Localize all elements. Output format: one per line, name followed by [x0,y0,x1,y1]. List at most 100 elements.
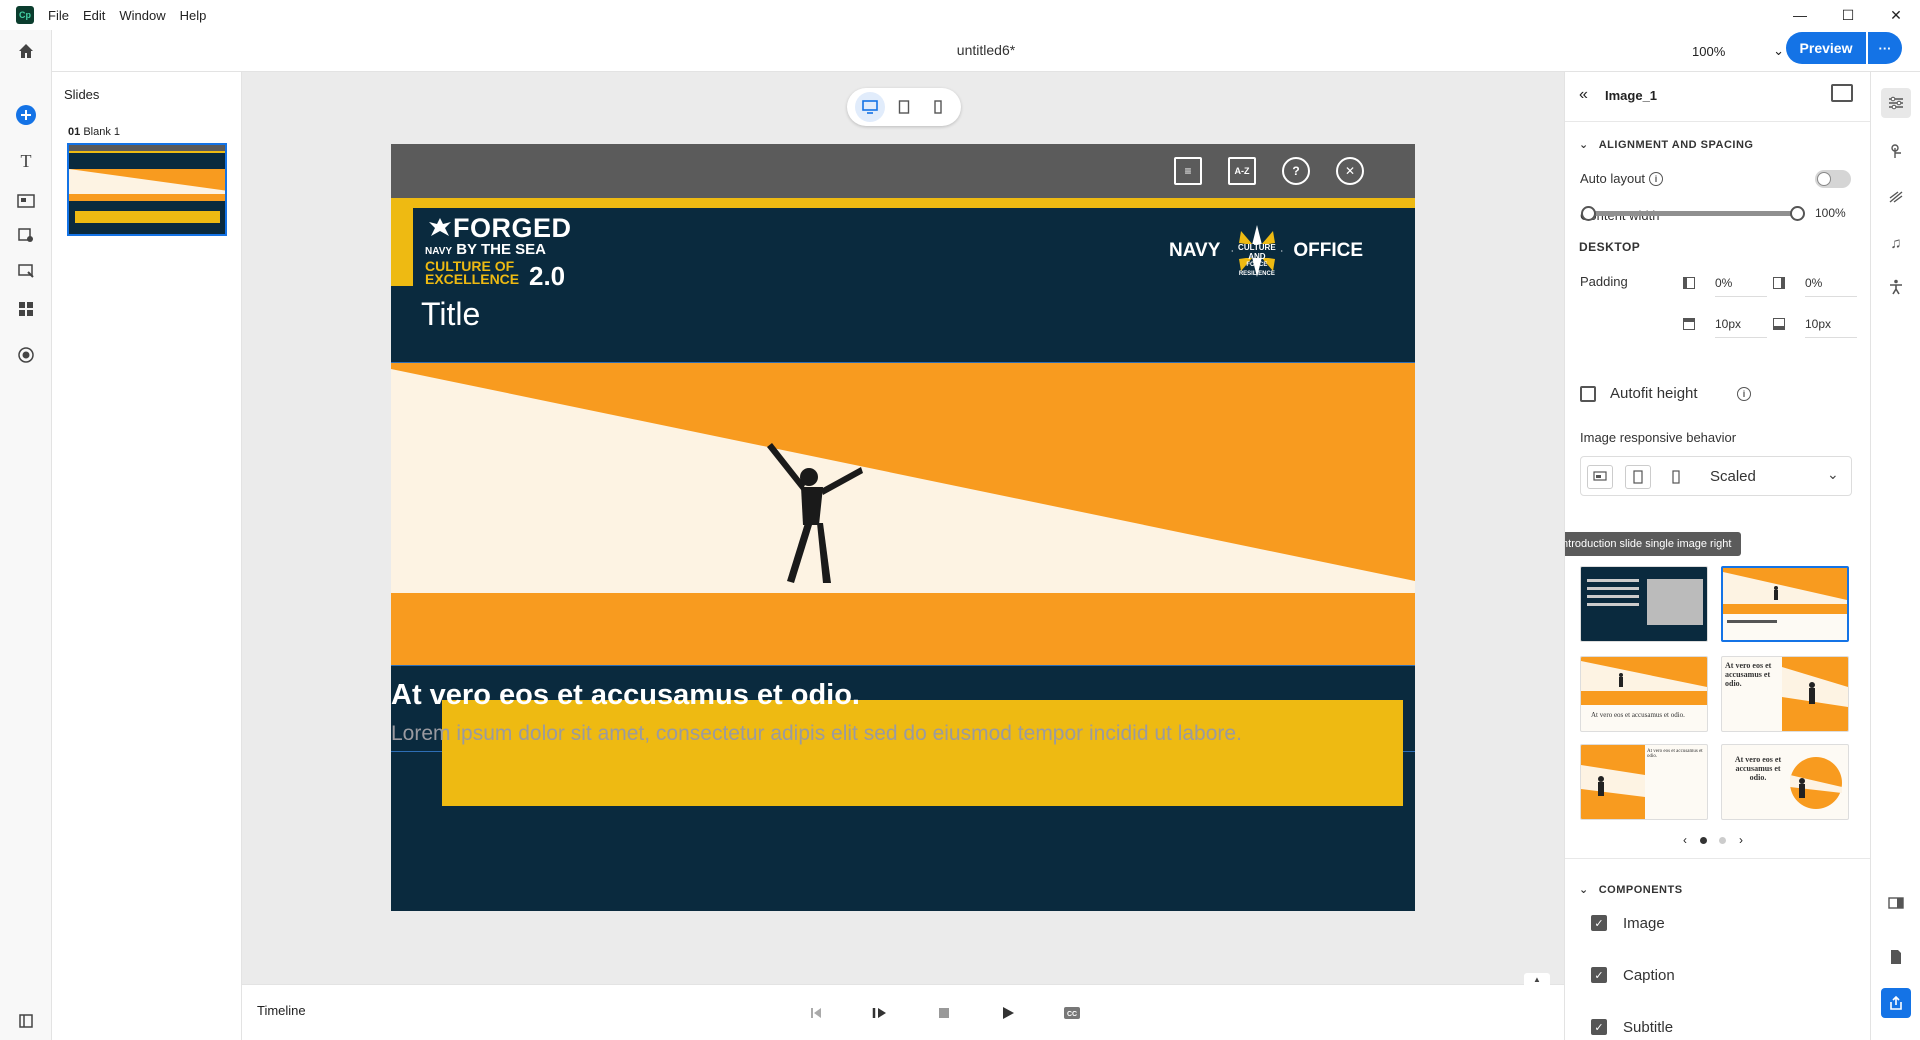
back-icon[interactable]: « [1579,86,1588,104]
logo-force-resilience: FORCE RESILIENCE [1238,262,1275,277]
slide-accent-strip [391,198,1415,208]
document-icon[interactable] [1881,942,1911,972]
layout-thumb-5[interactable]: At vero eos et accusamus et odio. [1580,744,1708,820]
expand-timeline-icon[interactable]: ▲ [1524,973,1550,985]
glossary-icon[interactable]: A-Z [1228,157,1256,185]
component-subtitle-label: Subtitle [1623,1019,1674,1036]
canvas-area: ≡ A-Z ? ✕ FORGED NAVY BY THE SEA CULTURE… [242,72,1564,984]
slide-body-text[interactable]: Lorem ipsum dolor sit amet, consectetur … [391,722,1242,746]
interaction-icon[interactable] [13,222,39,248]
desktop-icon[interactable] [855,92,885,122]
audio-icon[interactable]: ♫ [1881,228,1911,258]
slide-heading[interactable]: At vero eos et accusamus et odio. [391,679,860,712]
content-width-slider[interactable] [1581,202,1805,224]
add-icon[interactable] [13,102,39,128]
components-icon[interactable] [13,296,39,322]
maximize-button[interactable]: ☐ [1824,0,1872,30]
forged-by-the-sea-logo: FORGED NAVY BY THE SEA CULTURE OF EXCELL… [425,214,571,291]
close-window-button[interactable]: ✕ [1872,0,1920,30]
exit-icon[interactable]: ✕ [1336,157,1364,185]
zoom-select[interactable]: 100% ⌄ [1688,38,1788,64]
padding-top-value[interactable]: 10px [1715,317,1767,338]
autofit-height-checkbox[interactable] [1580,386,1596,402]
layout-thumb-6[interactable]: At vero eos et accusamus et odio. [1721,744,1849,820]
chevron-down-icon: ⌄ [1579,884,1589,896]
play-icon[interactable] [994,999,1022,1027]
share-icon[interactable] [1881,988,1911,1018]
section-components-header[interactable]: ⌄ COMPONENTS [1579,883,1683,896]
menu-file[interactable]: File [48,8,69,23]
layout-thumb-2[interactable] [1721,566,1849,642]
mobile-icon[interactable] [1663,465,1689,489]
interactions-icon[interactable] [1881,136,1911,166]
menu-edit[interactable]: Edit [83,8,105,23]
pager-prev-icon[interactable]: ‹ [1683,833,1687,847]
menu-window[interactable]: Window [119,8,165,23]
content-width-value: 100% [1815,206,1846,220]
help-icon[interactable]: ? [1282,157,1310,185]
slide-accent-box [442,700,1403,806]
responsive-behavior-select[interactable]: Scaled ⌄ [1580,456,1852,496]
padding-right-icon [1773,277,1785,289]
stop-icon[interactable] [930,999,958,1027]
screen-icon[interactable] [1831,84,1853,102]
slide-number: 01 [68,126,81,138]
desktop-icon[interactable] [1587,465,1613,489]
logo-by-the-sea: BY THE SEA [456,241,546,258]
preview-button[interactable]: Preview [1786,32,1866,64]
section-divider [1565,858,1870,859]
caption-checkbox[interactable]: ✓ [1591,967,1607,983]
mobile-icon[interactable] [923,92,953,122]
auto-layout-toggle[interactable] [1815,170,1851,188]
accessibility-icon[interactable] [1881,272,1911,302]
padding-top-icon [1683,318,1695,330]
pager-dot-1[interactable] [1699,836,1707,844]
media-icon[interactable] [13,188,39,214]
text-icon[interactable]: T [13,148,39,174]
menu-bar: Cp File Edit Window Help — ☐ ✕ [0,0,1920,30]
section-components-label: COMPONENTS [1598,884,1683,896]
padding-bottom-value[interactable]: 10px [1805,317,1857,338]
animation-icon[interactable] [1881,182,1911,212]
info-icon[interactable]: i [1649,172,1663,186]
minimize-button[interactable]: — [1776,0,1824,30]
layout-pager: ‹ › [1683,832,1743,848]
pager-next-icon[interactable]: › [1739,833,1743,847]
panel-toggle-icon[interactable] [13,1008,39,1034]
home-icon[interactable] [13,38,39,64]
compass-star-icon: CULTURE AND FORCE RESILIENCE [1230,225,1283,277]
padding-left-value[interactable]: 0% [1715,276,1767,297]
menu-help[interactable]: Help [180,8,207,23]
notes-icon[interactable]: ≡ [1174,157,1202,185]
subtitle-checkbox[interactable]: ✓ [1591,1019,1607,1035]
closed-captions-icon[interactable]: CC [1058,999,1086,1027]
slide-image[interactable] [391,362,1415,666]
timeline-label: Timeline [257,1003,306,1018]
widget-icon[interactable] [13,258,39,284]
properties-icon[interactable] [1881,88,1911,118]
slider-max-thumb[interactable] [1790,206,1805,221]
layout-panel-icon[interactable] [1881,888,1911,918]
zoom-value: 100% [1692,43,1726,59]
slide-title[interactable]: Title [421,296,480,333]
slide-thumbnail[interactable] [67,143,227,236]
tablet-icon[interactable] [1625,465,1651,489]
layout-thumb-1[interactable] [1580,566,1708,642]
play-from-here-icon[interactable] [866,999,894,1027]
right-toolbar: ♫ [1870,72,1920,1040]
padding-right-value[interactable]: 0% [1805,276,1857,297]
pager-dot-2[interactable] [1719,836,1727,844]
rewind-icon[interactable] [802,999,830,1027]
layout-thumb-3[interactable]: At vero eos et accusamus et odio. [1580,656,1708,732]
layout-thumb-4[interactable]: At vero eos et accusamus et odio. [1721,656,1849,732]
slide-canvas[interactable]: ≡ A-Z ? ✕ FORGED NAVY BY THE SEA CULTURE… [391,144,1415,911]
more-options-button[interactable]: ··· [1868,32,1902,64]
tablet-icon[interactable] [889,92,919,122]
section-alignment-header[interactable]: ⌄ ALIGNMENT AND SPACING [1579,138,1753,151]
record-icon[interactable] [13,342,39,368]
window-controls: — ☐ ✕ [1776,0,1920,30]
slider-min-thumb[interactable] [1581,206,1596,221]
logo-navy: NAVY [1169,240,1221,261]
info-icon[interactable]: i [1737,387,1751,401]
image-checkbox[interactable]: ✓ [1591,915,1607,931]
